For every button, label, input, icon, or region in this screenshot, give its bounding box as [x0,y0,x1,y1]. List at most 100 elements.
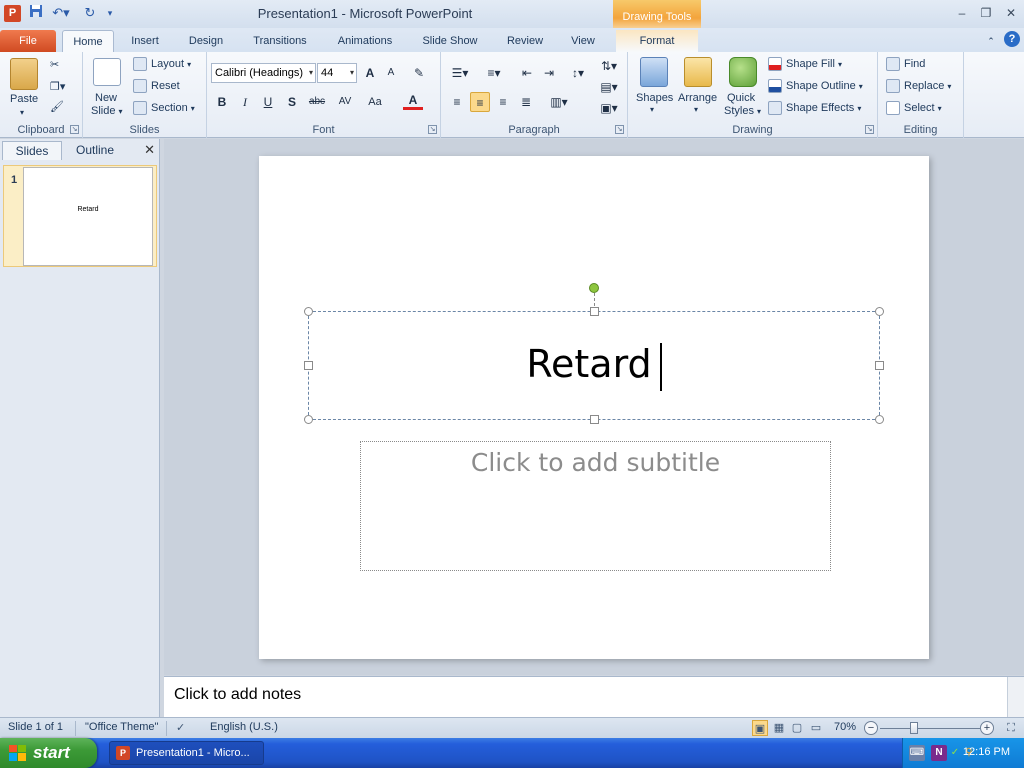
title-placeholder[interactable]: Retard [308,311,880,420]
paste-dropdown-icon[interactable]: ▾ [20,108,24,117]
fit-to-window-icon[interactable]: ⛶ [1003,720,1019,736]
shape-outline-button[interactable]: Shape Outline ▾ [768,79,863,93]
font-color-button[interactable]: A [403,90,423,110]
reading-view-icon[interactable]: ▢ [789,720,805,736]
paste-button[interactable]: Paste [10,93,38,105]
quick-styles-button[interactable]: Quick [727,92,755,104]
zoom-out-button[interactable]: − [864,721,878,735]
arrange-button[interactable]: Arrange [678,92,717,104]
resize-handle-bottom[interactable] [590,415,599,424]
slide-canvas[interactable]: Retard Click to add subtitle [259,156,929,659]
tab-slides-pane[interactable]: Slides [2,141,62,160]
change-case-button[interactable]: Aa [364,92,386,112]
italic-button[interactable]: I [235,92,255,112]
align-right-icon[interactable]: ≡ [493,92,513,112]
new-slide-button[interactable]: New [95,92,117,104]
resize-handle-right[interactable] [875,361,884,370]
underline-button[interactable]: U [258,92,278,112]
tab-slide-show[interactable]: Slide Show [414,30,486,52]
help-icon[interactable]: ? [1004,31,1020,47]
zoom-in-button[interactable]: + [980,721,994,735]
clear-formatting-icon[interactable]: ✎ [409,63,429,83]
section-button[interactable]: Section ▾ [133,101,195,115]
zoom-level[interactable]: 70% [834,721,856,733]
columns-icon[interactable]: ▥▾ [547,92,571,112]
slide-title-text[interactable]: Retard [309,342,879,391]
cut-icon[interactable]: ✂ [50,58,59,71]
paragraph-launcher-icon[interactable]: ↘ [615,125,624,134]
zoom-slider-track[interactable] [880,728,980,729]
tab-home[interactable]: Home [62,30,114,52]
zoom-slider-thumb[interactable] [910,722,918,734]
find-button[interactable]: Find [886,57,925,71]
select-button[interactable]: Select ▾ [886,101,942,115]
taskbar-item-powerpoint[interactable]: P Presentation1 - Micro... [109,741,264,765]
slide-thumbnail-item[interactable]: 1 Retard [3,165,157,267]
replace-button[interactable]: Replace ▾ [886,79,951,93]
minimize-icon[interactable]: – [953,5,971,21]
bold-button[interactable]: B [212,92,232,112]
decrease-indent-icon[interactable]: ⇤ [517,63,537,83]
tab-animations[interactable]: Animations [330,30,400,52]
copy-icon[interactable]: ❐▾ [50,80,65,93]
layout-button[interactable]: Layout ▾ [133,57,191,71]
resize-handle-left[interactable] [304,361,313,370]
shadow-button[interactable]: S [282,92,302,112]
slide-sorter-icon[interactable]: ▦ [771,720,787,736]
grow-font-button[interactable]: A [360,63,380,83]
theme-status[interactable]: "Office Theme" [85,721,158,733]
start-button[interactable]: start [0,738,97,768]
tab-outline-pane[interactable]: Outline [64,141,126,160]
slide-show-icon[interactable]: ▭ [808,720,824,736]
tab-format[interactable]: Format [616,30,698,52]
format-painter-icon[interactable]: 🖌 [50,100,64,113]
increase-indent-icon[interactable]: ⇥ [539,63,559,83]
tab-view[interactable]: View [562,30,604,52]
language-status[interactable]: English (U.S.) [210,721,278,733]
font-size-combo[interactable]: 44 ▾ [317,63,357,83]
chevron-down-icon[interactable]: ▾ [650,105,654,114]
normal-view-icon[interactable]: ▣ [752,720,768,736]
drawing-launcher-icon[interactable]: ↘ [865,125,874,134]
bullets-icon[interactable]: ☰▾ [447,63,473,83]
restore-icon[interactable]: ❐ [977,5,995,21]
minimize-ribbon-icon[interactable]: ⌃ [984,30,998,52]
resize-handle-top[interactable] [590,307,599,316]
paste-icon[interactable] [10,58,38,90]
new-slide-icon[interactable] [93,58,121,86]
reset-button[interactable]: Reset [133,79,180,93]
rotation-handle[interactable] [589,283,599,293]
subtitle-placeholder[interactable]: Click to add subtitle [360,441,831,571]
tab-insert[interactable]: Insert [122,30,168,52]
font-launcher-icon[interactable]: ↘ [428,125,437,134]
align-center-icon[interactable]: ≡ [470,92,490,112]
text-direction-icon[interactable]: ⇅▾ [597,56,621,76]
spell-check-icon[interactable]: ✓ [176,721,185,734]
shape-effects-button[interactable]: Shape Effects ▾ [768,101,861,115]
slide-thumbnail[interactable]: Retard [23,167,153,266]
new-slide-button-line2[interactable]: Slide ▾ [91,105,123,117]
font-name-combo[interactable]: Calibri (Headings) ▾ [211,63,316,83]
strikethrough-button[interactable]: abc [307,92,327,112]
resize-handle-bottom-left[interactable] [304,415,313,424]
shapes-button[interactable]: Shapes [636,92,673,104]
arrange-icon[interactable] [684,57,712,87]
close-pane-icon[interactable]: ✕ [144,142,155,158]
shape-fill-button[interactable]: Shape Fill ▾ [768,57,842,71]
notes-pane[interactable]: Click to add notes [164,676,1024,718]
clipboard-launcher-icon[interactable]: ↘ [70,125,79,134]
resize-handle-top-left[interactable] [304,307,313,316]
align-left-icon[interactable]: ≡ [447,92,467,112]
notes-scrollbar[interactable] [1007,677,1024,718]
tab-transitions[interactable]: Transitions [246,30,314,52]
quick-styles-button-line2[interactable]: Styles ▾ [724,105,761,117]
chevron-down-icon[interactable]: ▾ [694,105,698,114]
character-spacing-button[interactable]: AV [333,92,357,112]
smartart-icon[interactable]: ▣▾ [597,98,621,118]
numbering-icon[interactable]: ≡▾ [481,63,507,83]
close-icon[interactable]: ✕ [1002,5,1020,21]
shrink-font-button[interactable]: A [381,63,401,83]
keyboard-icon[interactable]: ⌨ [909,745,925,761]
resize-handle-bottom-right[interactable] [875,415,884,424]
line-spacing-icon[interactable]: ↕▾ [565,63,591,83]
